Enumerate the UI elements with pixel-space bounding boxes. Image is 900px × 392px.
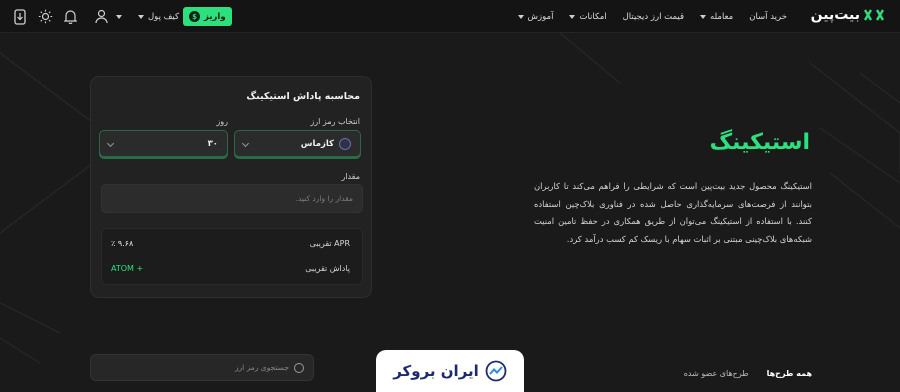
nav-trade[interactable]: معامله (692, 12, 741, 22)
calculator-title: محاسبه پاداش استیکینگ (246, 91, 360, 102)
hero-description: استیکینگ محصول جدید بیت‌پین است که شرایط… (534, 181, 812, 244)
wallet-label: کیف پول (148, 11, 180, 22)
apr-value: ٪ ۹.۶۸ (111, 239, 134, 248)
day-value: ۳۰ (207, 138, 218, 149)
apr-row: APR تقریبی ٪ ۹.۶۸ (102, 239, 362, 253)
download-app-button[interactable] (10, 7, 30, 27)
main-nav: خرید آسان معامله قیمت ارز دیجیتال امکانا… (510, 0, 795, 33)
top-header: بیت‌پین خرید آسان معامله قیمت ارز دیجیتا… (0, 0, 900, 33)
chevron-down-icon[interactable] (116, 14, 122, 19)
amount-label: مقدار (341, 172, 360, 181)
currency-select[interactable]: کازماس (234, 130, 361, 157)
user-icon (94, 9, 108, 24)
mobile-download-icon (14, 8, 26, 25)
notifications-button[interactable] (60, 7, 80, 27)
profile-button[interactable] (91, 7, 111, 27)
nav-label: امکانات (579, 11, 607, 22)
chevron-down-icon (138, 14, 144, 19)
chevron-down-icon (106, 139, 115, 148)
chevron-down-icon (517, 14, 524, 19)
staking-calculator-card: محاسبه پاداش استیکینگ انتخاب رمز ارز روز… (90, 76, 372, 298)
reward-value: ATOM + (111, 264, 144, 273)
tab-joined-plans[interactable]: طرح‌های عضو شده (684, 369, 749, 378)
nav-label: آموزش (527, 11, 554, 22)
currency-label: انتخاب رمز ارز (310, 117, 360, 126)
trend-logo-icon (485, 360, 507, 382)
tab-all-plans[interactable]: همه طرح‌ها (767, 369, 812, 378)
amount-placeholder: مقدار را وارد کنید. (295, 194, 353, 203)
nav-learn[interactable]: آموزش (510, 12, 562, 22)
chevron-down-icon (700, 14, 707, 19)
nav-label: معامله (710, 11, 734, 22)
nav-label: قیمت ارز دیجیتال (622, 11, 685, 22)
header-tools: کیف پول واریز $ (10, 0, 232, 33)
reward-label: پاداش تقریبی (305, 264, 350, 273)
cosmos-atom-icon (339, 137, 351, 150)
plan-tabs: همه طرح‌ها طرح‌های عضو شده (684, 369, 812, 378)
day-label: روز (216, 117, 228, 126)
logo-text: بیت‌پین (810, 7, 860, 23)
nav-features[interactable]: امکانات (561, 12, 614, 22)
nav-label: خرید آسان (749, 11, 787, 22)
chevron-down-icon (241, 139, 250, 148)
theme-toggle-button[interactable] (35, 7, 55, 27)
day-select[interactable]: ۳۰ (99, 130, 228, 157)
deposit-label: واریز (204, 11, 226, 22)
deposit-button[interactable]: واریز $ (183, 7, 232, 26)
watermark-text: ایران بروکر (393, 362, 479, 380)
apr-label: APR تقریبی (309, 239, 350, 248)
hero-title: استیکینگ (709, 130, 810, 155)
coin-search-input[interactable]: جستجوی رمز ارز (90, 354, 314, 381)
nav-prices[interactable]: قیمت ارز دیجیتال (615, 12, 692, 22)
results-panel: APR تقریبی ٪ ۹.۶۸ پاداش تقریبی ATOM + (101, 228, 363, 285)
bell-icon (63, 10, 77, 24)
search-placeholder: جستجوی رمز ارز (234, 363, 289, 372)
nav-easy-buy[interactable]: خرید آسان (741, 12, 795, 22)
logo-mark-icon (864, 9, 885, 21)
logo[interactable]: بیت‌پین (811, 7, 888, 23)
watermark: ایران بروکر (376, 350, 524, 392)
coin-icon: $ (189, 11, 201, 22)
wallet-menu[interactable]: کیف پول (138, 12, 179, 22)
amount-input[interactable]: مقدار را وارد کنید. (101, 184, 363, 213)
currency-value: کازماس (300, 138, 334, 149)
search-icon (294, 363, 304, 373)
reward-row: پاداش تقریبی ATOM + (102, 264, 362, 278)
chevron-down-icon (569, 14, 576, 19)
sun-icon (38, 9, 52, 24)
